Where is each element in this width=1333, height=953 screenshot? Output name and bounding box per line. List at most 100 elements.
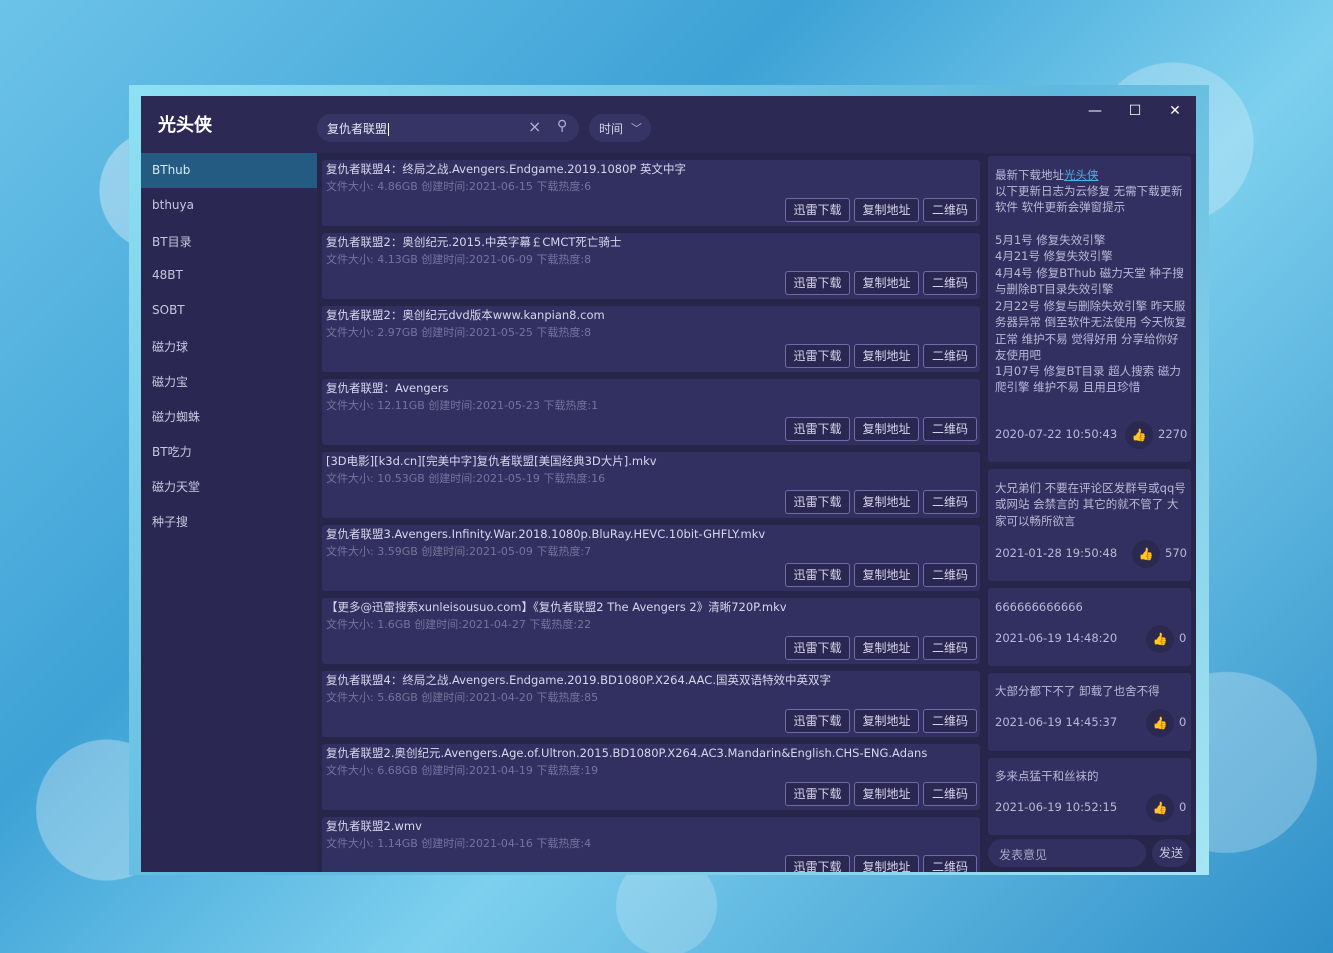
sidebar-item-cili-bao[interactable]: 磁力宝: [141, 363, 317, 398]
sidebar-item-bt-directory[interactable]: BT目录: [141, 223, 317, 258]
copy-address-button[interactable]: 复制地址: [854, 417, 919, 441]
list-item: 复仇者联盟4：终局之战.Avengers.Endgame.2019.BD1080…: [322, 671, 980, 737]
sidebar-item-bt-chili[interactable]: BT吃力: [141, 433, 317, 468]
copy-address-button[interactable]: 复制地址: [854, 271, 919, 295]
thunder-download-button[interactable]: 迅雷下载: [785, 855, 850, 872]
copy-address-button[interactable]: 复制地址: [854, 855, 919, 872]
chevron-down-icon: ﹀: [631, 122, 642, 135]
sidebar-item-label: BT吃力: [152, 445, 192, 459]
thumbs-up-icon[interactable]: 👍: [1146, 709, 1174, 737]
comment-card: 多来点猛干和丝袜的 2021-06-19 10:52:15 👍 0: [988, 758, 1191, 835]
thunder-download-button[interactable]: 迅雷下载: [785, 490, 850, 514]
qr-code-button[interactable]: 二维码: [923, 490, 977, 514]
thunder-download-button[interactable]: 迅雷下载: [785, 563, 850, 587]
qr-code-button[interactable]: 二维码: [923, 417, 977, 441]
result-title[interactable]: 复仇者联盟4：终局之战.Avengers.Endgame.2019.BD1080…: [326, 672, 976, 688]
copy-address-button[interactable]: 复制地址: [854, 782, 919, 806]
like-count: 0: [1179, 631, 1187, 645]
result-meta: 文件大小: 10.53GB 创建时间:2021-05-19 下载热度:16: [326, 472, 606, 485]
result-title[interactable]: 复仇者联盟4：终局之战.Avengers.Endgame.2019.1080P …: [326, 161, 976, 177]
copy-address-button[interactable]: 复制地址: [854, 636, 919, 660]
sidebar-item-48bt[interactable]: 48BT: [141, 258, 317, 293]
sidebar-item-sobt[interactable]: SOBT: [141, 293, 317, 328]
list-item: 【更多@迅雷搜索xunleisousuo.com】《复仇者联盟2 The Ave…: [322, 598, 980, 664]
sidebar-item-bthub[interactable]: BThub: [141, 153, 317, 188]
feedback-input[interactable]: 发表意见: [988, 839, 1146, 867]
list-item: 复仇者联盟2：奥创纪元dvd版本www.kanpian8.com 文件大小: 2…: [322, 306, 980, 372]
download-link[interactable]: 光头侠: [1064, 168, 1099, 182]
thumbs-up-icon[interactable]: 👍: [1146, 794, 1174, 822]
qr-code-button[interactable]: 二维码: [923, 709, 977, 733]
result-title[interactable]: 复仇者联盟2.wmv: [326, 818, 976, 834]
copy-address-button[interactable]: 复制地址: [854, 198, 919, 222]
copy-address-button[interactable]: 复制地址: [854, 709, 919, 733]
thumbs-up-icon[interactable]: 👍: [1125, 421, 1153, 449]
thunder-download-button[interactable]: 迅雷下载: [785, 344, 850, 368]
sidebar-item-bthuya[interactable]: bthuya: [141, 188, 317, 223]
thunder-download-button[interactable]: 迅雷下载: [785, 782, 850, 806]
comment-card: 大兄弟们 不要在评论区发群号或qq号或网站 会禁言的 其它的就不管了 大家可以畅…: [988, 469, 1191, 581]
search-box[interactable]: 复仇者联盟 × ⚲: [317, 114, 579, 142]
comment-text: 666666666666: [995, 600, 1083, 614]
sidebar-item-label: 磁力球: [152, 340, 189, 354]
minimize-button[interactable]: —: [1075, 100, 1115, 122]
copy-address-button[interactable]: 复制地址: [854, 490, 919, 514]
list-item: 复仇者联盟2：奥创纪元.2015.中英字幕￡CMCT死亡骑士 文件大小: 4.1…: [322, 233, 980, 299]
maximize-button[interactable]: ☐: [1115, 100, 1155, 122]
search-icon[interactable]: ⚲: [557, 118, 567, 134]
qr-code-button[interactable]: 二维码: [923, 782, 977, 806]
result-title[interactable]: 复仇者联盟2：奥创纪元dvd版本www.kanpian8.com: [326, 307, 976, 323]
comment-text: 多来点猛干和丝袜的: [995, 769, 1099, 783]
result-title[interactable]: 复仇者联盟2：奥创纪元.2015.中英字幕￡CMCT死亡骑士: [326, 234, 976, 250]
sidebar-item-label: 磁力天堂: [152, 480, 201, 494]
thumbs-up-icon[interactable]: 👍: [1146, 625, 1174, 653]
announcement-line: 4月4号 修复BThub 磁力天堂 种子搜与删除BT目录失效引擎: [995, 266, 1184, 297]
copy-address-button[interactable]: 复制地址: [854, 563, 919, 587]
thunder-download-button[interactable]: 迅雷下载: [785, 417, 850, 441]
announcement-line: 4月21号 修复失效引擎: [995, 249, 1113, 263]
thunder-download-button[interactable]: 迅雷下载: [785, 636, 850, 660]
result-title[interactable]: 【更多@迅雷搜索xunleisousuo.com】《复仇者联盟2 The Ave…: [326, 599, 976, 615]
result-title[interactable]: 复仇者联盟2.奥创纪元.Avengers.Age.of.Ultron.2015.…: [326, 745, 976, 761]
close-button[interactable]: ✕: [1155, 100, 1195, 122]
result-title[interactable]: 复仇者联盟：Avengers: [326, 380, 976, 396]
result-meta: 文件大小: 6.68GB 创建时间:2021-04-19 下载热度:19: [326, 764, 599, 777]
result-meta: 文件大小: 4.13GB 创建时间:2021-06-09 下载热度:8: [326, 253, 592, 266]
result-title[interactable]: [3D电影][k3d.cn][完美中字]复仇者联盟[美国经典3D大片].mkv: [326, 453, 976, 469]
qr-code-button[interactable]: 二维码: [923, 636, 977, 660]
thunder-download-button[interactable]: 迅雷下载: [785, 271, 850, 295]
sidebar-item-label: SOBT: [152, 303, 185, 317]
sidebar: BThub bthuya BT目录 48BT SOBT 磁力球 磁力宝 磁力蜘蛛…: [141, 153, 317, 872]
thunder-download-button[interactable]: 迅雷下载: [785, 709, 850, 733]
copy-address-button[interactable]: 复制地址: [854, 344, 919, 368]
thunder-download-button[interactable]: 迅雷下载: [785, 198, 850, 222]
qr-code-button[interactable]: 二维码: [923, 563, 977, 587]
search-input[interactable]: 复仇者联盟: [327, 120, 390, 137]
like-count: 0: [1179, 800, 1187, 814]
qr-code-button[interactable]: 二维码: [923, 271, 977, 295]
results-list: 复仇者联盟4：终局之战.Avengers.Endgame.2019.1080P …: [317, 153, 985, 872]
comment-text: 大兄弟们 不要在评论区发群号或qq号或网站 会禁言的 其它的就不管了 大家可以畅…: [995, 481, 1186, 528]
sidebar-item-label: BThub: [152, 163, 191, 177]
sidebar-item-zhongzisou[interactable]: 种子搜: [141, 503, 317, 538]
sidebar-item-cili-ball[interactable]: 磁力球: [141, 328, 317, 363]
comment-card: 大部分都下不了 卸载了也舍不得 2021-06-19 14:45:37 👍 0: [988, 673, 1191, 751]
sidebar-item-cili-spider[interactable]: 磁力蜘蛛: [141, 398, 317, 433]
result-meta: 文件大小: 5.68GB 创建时间:2021-04-20 下载热度:85: [326, 691, 599, 704]
sort-dropdown[interactable]: 时间 ﹀: [589, 114, 651, 142]
result-title[interactable]: 复仇者联盟3.Avengers.Infinity.War.2018.1080p.…: [326, 526, 976, 542]
send-button[interactable]: 发送: [1152, 839, 1190, 867]
list-item: 复仇者联盟4：终局之战.Avengers.Endgame.2019.1080P …: [322, 160, 980, 226]
announcement-header: 最新下载地址光头侠: [995, 168, 1099, 182]
close-icon[interactable]: ×: [528, 117, 541, 136]
sidebar-item-label: BT目录: [152, 235, 192, 249]
sidebar-item-cili-tiantang[interactable]: 磁力天堂: [141, 468, 317, 503]
thumbs-up-icon[interactable]: 👍: [1132, 540, 1160, 568]
qr-code-button[interactable]: 二维码: [923, 198, 977, 222]
like-count: 0: [1179, 715, 1187, 729]
qr-code-button[interactable]: 二维码: [923, 855, 977, 872]
comment-date: 2021-06-19 14:48:20: [995, 631, 1118, 645]
announcement-line: 1月07号 修复BT目录 超人搜索 磁力爬引擎 维护不易 且用且珍惜: [995, 364, 1181, 395]
qr-code-button[interactable]: 二维码: [923, 344, 977, 368]
list-item: 复仇者联盟3.Avengers.Infinity.War.2018.1080p.…: [322, 525, 980, 591]
